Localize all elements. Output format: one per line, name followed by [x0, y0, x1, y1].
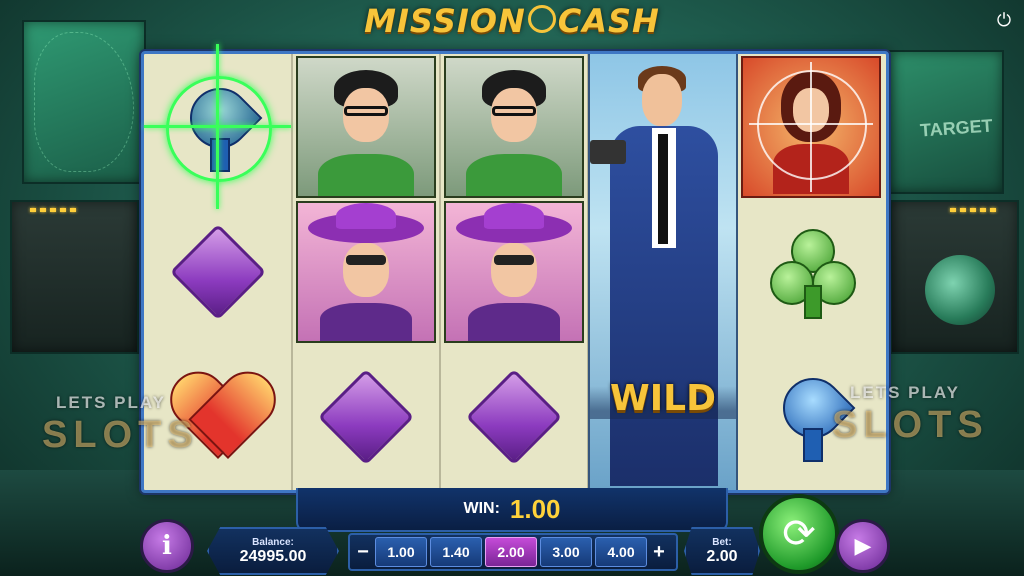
- background-console-left: [10, 200, 139, 354]
- watermark-line1-right: LETS PLAY: [850, 383, 960, 402]
- bet-value: 2.00: [706, 547, 738, 565]
- diamond-icon: [317, 368, 414, 465]
- refresh-icon: ⟳: [782, 512, 816, 556]
- watermark-line1-left: LETS PLAY: [56, 393, 166, 412]
- bet-selector: − 1.00 1.40 2.00 3.00 4.00 +: [348, 533, 678, 571]
- watermark-line2-left: SLOTS: [42, 414, 199, 456]
- symbol-diamond: [144, 199, 291, 344]
- background-map-screen: [22, 20, 146, 184]
- bet-decrease-button[interactable]: −: [354, 541, 372, 564]
- agent-character-icon: [642, 74, 682, 126]
- nerd-character-icon: [295, 55, 436, 198]
- console-leds-right: [950, 208, 996, 212]
- target-scope-icon: [144, 44, 291, 209]
- win-label: WIN:: [463, 500, 500, 517]
- hat-lady-character-icon: [295, 200, 436, 343]
- symbol-spade-targeted: [144, 44, 291, 209]
- nerd-character-icon: [443, 55, 584, 198]
- scope-icon: [757, 69, 867, 180]
- spin-button[interactable]: ⟳: [759, 494, 839, 574]
- power-icon[interactable]: ⏻: [994, 10, 1014, 30]
- redhead-character-icon: [741, 55, 881, 198]
- diamond-icon: [465, 368, 562, 465]
- console-leds-left: [30, 208, 76, 212]
- autoplay-button[interactable]: ▶: [836, 519, 890, 573]
- logo-text-right: CASH: [557, 2, 660, 40]
- balance-value: 24995.00: [239, 547, 307, 565]
- balance-label: Balance:: [252, 536, 294, 548]
- bet-increase-button[interactable]: +: [650, 541, 668, 564]
- reel-3: [440, 54, 589, 490]
- reel-2: [292, 54, 441, 490]
- info-button[interactable]: i: [140, 519, 194, 573]
- game-logo: MISSION CASH: [0, 2, 1024, 40]
- balance-display: Balance: 24995.00: [207, 527, 339, 575]
- bet-option[interactable]: 3.00: [540, 537, 592, 567]
- symbol-redhead-targeted: [736, 54, 886, 199]
- hat-lady-character-icon: [443, 200, 584, 343]
- bet-display: Bet: 2.00: [684, 527, 760, 575]
- symbol-hat-lady: [440, 199, 587, 344]
- play-icon: ▶: [854, 533, 872, 558]
- reel-frame: WILD: [141, 44, 889, 493]
- win-amount: 1.00: [509, 493, 561, 524]
- info-icon: i: [162, 531, 172, 561]
- bet-option[interactable]: 4.00: [595, 537, 647, 567]
- symbol-club: [736, 199, 886, 344]
- wild-label: WILD: [590, 378, 736, 419]
- bet-label: Bet:: [712, 536, 732, 548]
- win-display: WIN: 1.00: [296, 488, 728, 532]
- club-icon: [766, 227, 856, 319]
- symbol-hat-lady: [292, 199, 439, 344]
- logo-text-left: MISSION: [364, 2, 526, 40]
- bet-option-selected[interactable]: 2.00: [485, 537, 537, 567]
- symbol-diamond: [292, 344, 439, 489]
- diamond-icon: [169, 223, 266, 320]
- pistol-icon: [590, 140, 626, 164]
- crosshair-icon: [527, 5, 556, 33]
- bet-option[interactable]: 1.40: [430, 537, 482, 567]
- globe-icon: [925, 255, 995, 325]
- symbol-diamond: [440, 344, 587, 489]
- symbol-nerd: [292, 54, 439, 199]
- watermark-line2-right: SLOTS: [832, 404, 989, 446]
- reel-4-wild: WILD: [588, 54, 738, 490]
- bet-option[interactable]: 1.00: [375, 537, 427, 567]
- symbol-nerd: [440, 54, 587, 199]
